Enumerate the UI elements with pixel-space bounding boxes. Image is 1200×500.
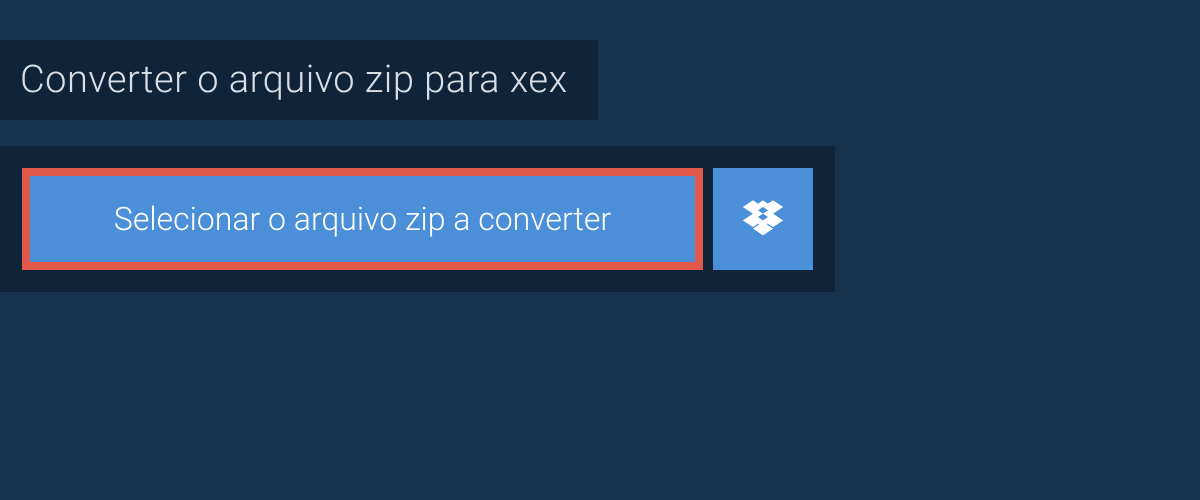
dropbox-button[interactable] <box>713 168 813 270</box>
select-file-button-label: Selecionar o arquivo zip a converter <box>114 200 611 238</box>
page-title: Converter o arquivo zip para xex <box>20 58 568 102</box>
header-bar: Converter o arquivo zip para xex <box>0 40 598 120</box>
select-file-button[interactable]: Selecionar o arquivo zip a converter <box>22 168 703 270</box>
converter-panel: Selecionar o arquivo zip a converter <box>0 146 835 292</box>
dropbox-icon <box>743 197 783 241</box>
